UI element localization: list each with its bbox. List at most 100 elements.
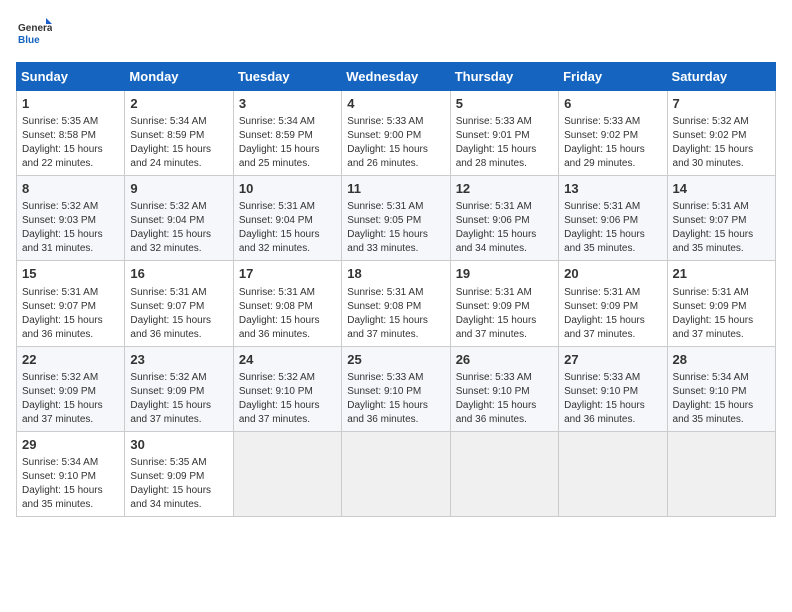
weekday-friday: Friday [559, 63, 667, 91]
day-number: 27 [564, 351, 661, 369]
day-number: 12 [456, 180, 553, 198]
day-content: Sunrise: 5:33 AM Sunset: 9:00 PM Dayligh… [347, 115, 444, 171]
day-content: Sunrise: 5:33 AM Sunset: 9:10 PM Dayligh… [347, 371, 444, 427]
calendar-cell: 23Sunrise: 5:32 AM Sunset: 9:09 PM Dayli… [125, 346, 233, 431]
svg-text:General: General [18, 23, 52, 34]
calendar-cell: 5Sunrise: 5:33 AM Sunset: 9:01 PM Daylig… [450, 91, 558, 176]
calendar-cell: 26Sunrise: 5:33 AM Sunset: 9:10 PM Dayli… [450, 346, 558, 431]
calendar-cell: 1Sunrise: 5:35 AM Sunset: 8:58 PM Daylig… [17, 91, 125, 176]
weekday-header-row: SundayMondayTuesdayWednesdayThursdayFrid… [17, 63, 776, 91]
day-number: 24 [239, 351, 336, 369]
calendar-cell: 14 Sunrise: 5:31 AM Sunset: 9:07 PM Dayli… [667, 176, 775, 261]
weekday-tuesday: Tuesday [233, 63, 341, 91]
day-number: 14 [673, 180, 770, 198]
day-content: Sunrise: 5:33 AM Sunset: 9:01 PM Dayligh… [456, 115, 553, 171]
day-number: 6 [564, 95, 661, 113]
day-content: Sunrise: 5:34 AM Sunset: 9:10 PM Dayligh… [22, 456, 119, 512]
day-number: 11 [347, 180, 444, 198]
day-number: 13 [564, 180, 661, 198]
calendar-cell: 20Sunrise: 5:31 AM Sunset: 9:09 PM Dayli… [559, 261, 667, 346]
day-content: Sunrise: 5:31 AM Sunset: 9:09 PM Dayligh… [456, 286, 553, 342]
week-row-5: 29 Sunrise: 5:34 AM Sunset: 9:10 PM Dayli… [17, 431, 776, 516]
week-row-4: 22 Sunrise: 5:32 AM Sunset: 9:09 PM Dayli… [17, 346, 776, 431]
calendar-cell: 21 Sunrise: 5:31 AM Sunset: 9:09 PM Dayli… [667, 261, 775, 346]
day-content: Sunrise: 5:32 AM Sunset: 9:02 PM Dayligh… [673, 115, 770, 171]
day-content: Sunrise: 5:31 AM Sunset: 9:09 PM Dayligh… [673, 286, 770, 342]
calendar-cell [342, 431, 450, 516]
calendar-cell: 10Sunrise: 5:31 AM Sunset: 9:04 PM Dayli… [233, 176, 341, 261]
day-number: 17 [239, 265, 336, 283]
day-content: Sunrise: 5:31 AM Sunset: 9:09 PM Dayligh… [564, 286, 661, 342]
day-content: Sunrise: 5:32 AM Sunset: 9:04 PM Dayligh… [130, 200, 227, 256]
calendar-cell: 13Sunrise: 5:31 AM Sunset: 9:06 PM Dayli… [559, 176, 667, 261]
calendar-cell: 6 Sunrise: 5:33 AM Sunset: 9:02 PM Daylig… [559, 91, 667, 176]
day-content: Sunrise: 5:32 AM Sunset: 9:10 PM Dayligh… [239, 371, 336, 427]
day-number: 1 [22, 95, 119, 113]
day-content: Sunrise: 5:35 AM Sunset: 9:09 PM Dayligh… [130, 456, 227, 512]
day-number: 29 [22, 436, 119, 454]
calendar-cell: 4 Sunrise: 5:33 AM Sunset: 9:00 PM Daylig… [342, 91, 450, 176]
day-number: 15 [22, 265, 119, 283]
weekday-wednesday: Wednesday [342, 63, 450, 91]
day-content: Sunrise: 5:34 AM Sunset: 9:10 PM Dayligh… [673, 371, 770, 427]
day-number: 4 [347, 95, 444, 113]
day-content: Sunrise: 5:33 AM Sunset: 9:10 PM Dayligh… [456, 371, 553, 427]
calendar-cell: 17 Sunrise: 5:31 AM Sunset: 9:08 PM Dayli… [233, 261, 341, 346]
calendar-cell [667, 431, 775, 516]
day-content: Sunrise: 5:33 AM Sunset: 9:10 PM Dayligh… [564, 371, 661, 427]
day-content: Sunrise: 5:31 AM Sunset: 9:07 PM Dayligh… [130, 286, 227, 342]
day-number: 8 [22, 180, 119, 198]
day-content: Sunrise: 5:31 AM Sunset: 9:07 PM Dayligh… [673, 200, 770, 256]
calendar-cell [559, 431, 667, 516]
day-content: Sunrise: 5:34 AM Sunset: 8:59 PM Dayligh… [130, 115, 227, 171]
day-content: Sunrise: 5:32 AM Sunset: 9:09 PM Dayligh… [130, 371, 227, 427]
calendar-cell: 24 Sunrise: 5:32 AM Sunset: 9:10 PM Dayli… [233, 346, 341, 431]
week-row-2: 8 Sunrise: 5:32 AM Sunset: 9:03 PM Daylig… [17, 176, 776, 261]
calendar-cell: 11 Sunrise: 5:31 AM Sunset: 9:05 PM Dayli… [342, 176, 450, 261]
day-content: Sunrise: 5:31 AM Sunset: 9:08 PM Dayligh… [347, 286, 444, 342]
calendar-cell: 22 Sunrise: 5:32 AM Sunset: 9:09 PM Dayli… [17, 346, 125, 431]
day-content: Sunrise: 5:31 AM Sunset: 9:06 PM Dayligh… [456, 200, 553, 256]
day-content: Sunrise: 5:32 AM Sunset: 9:03 PM Dayligh… [22, 200, 119, 256]
day-content: Sunrise: 5:31 AM Sunset: 9:08 PM Dayligh… [239, 286, 336, 342]
header: General Blue [16, 16, 776, 52]
day-number: 30 [130, 436, 227, 454]
day-number: 7 [673, 95, 770, 113]
calendar-cell: 28Sunrise: 5:34 AM Sunset: 9:10 PM Dayli… [667, 346, 775, 431]
logo-svg: General Blue [16, 16, 52, 52]
weekday-sunday: Sunday [17, 63, 125, 91]
calendar-cell: 16 Sunrise: 5:31 AM Sunset: 9:07 PM Dayli… [125, 261, 233, 346]
calendar-cell [450, 431, 558, 516]
calendar-cell: 8 Sunrise: 5:32 AM Sunset: 9:03 PM Daylig… [17, 176, 125, 261]
day-number: 9 [130, 180, 227, 198]
calendar-cell: 15 Sunrise: 5:31 AM Sunset: 9:07 PM Dayli… [17, 261, 125, 346]
calendar-cell: 19 Sunrise: 5:31 AM Sunset: 9:09 PM Dayli… [450, 261, 558, 346]
calendar-cell: 29 Sunrise: 5:34 AM Sunset: 9:10 PM Dayli… [17, 431, 125, 516]
day-number: 21 [673, 265, 770, 283]
day-number: 2 [130, 95, 227, 113]
calendar-table: SundayMondayTuesdayWednesdayThursdayFrid… [16, 62, 776, 517]
day-number: 22 [22, 351, 119, 369]
week-row-1: 1Sunrise: 5:35 AM Sunset: 8:58 PM Daylig… [17, 91, 776, 176]
day-number: 16 [130, 265, 227, 283]
day-number: 18 [347, 265, 444, 283]
weekday-thursday: Thursday [450, 63, 558, 91]
weekday-monday: Monday [125, 63, 233, 91]
day-number: 3 [239, 95, 336, 113]
calendar-cell: 2 Sunrise: 5:34 AM Sunset: 8:59 PM Daylig… [125, 91, 233, 176]
calendar-cell: 9 Sunrise: 5:32 AM Sunset: 9:04 PM Daylig… [125, 176, 233, 261]
week-row-3: 15 Sunrise: 5:31 AM Sunset: 9:07 PM Dayli… [17, 261, 776, 346]
calendar-cell: 3Sunrise: 5:34 AM Sunset: 8:59 PM Daylig… [233, 91, 341, 176]
svg-text:Blue: Blue [18, 35, 40, 46]
day-number: 19 [456, 265, 553, 283]
day-content: Sunrise: 5:31 AM Sunset: 9:07 PM Dayligh… [22, 286, 119, 342]
calendar-cell: 7 Sunrise: 5:32 AM Sunset: 9:02 PM Daylig… [667, 91, 775, 176]
calendar-cell [233, 431, 341, 516]
day-content: Sunrise: 5:31 AM Sunset: 9:05 PM Dayligh… [347, 200, 444, 256]
weekday-saturday: Saturday [667, 63, 775, 91]
day-content: Sunrise: 5:32 AM Sunset: 9:09 PM Dayligh… [22, 371, 119, 427]
day-content: Sunrise: 5:33 AM Sunset: 9:02 PM Dayligh… [564, 115, 661, 171]
day-content: Sunrise: 5:31 AM Sunset: 9:04 PM Dayligh… [239, 200, 336, 256]
logo: General Blue [16, 16, 52, 52]
calendar-cell: 12 Sunrise: 5:31 AM Sunset: 9:06 PM Dayli… [450, 176, 558, 261]
